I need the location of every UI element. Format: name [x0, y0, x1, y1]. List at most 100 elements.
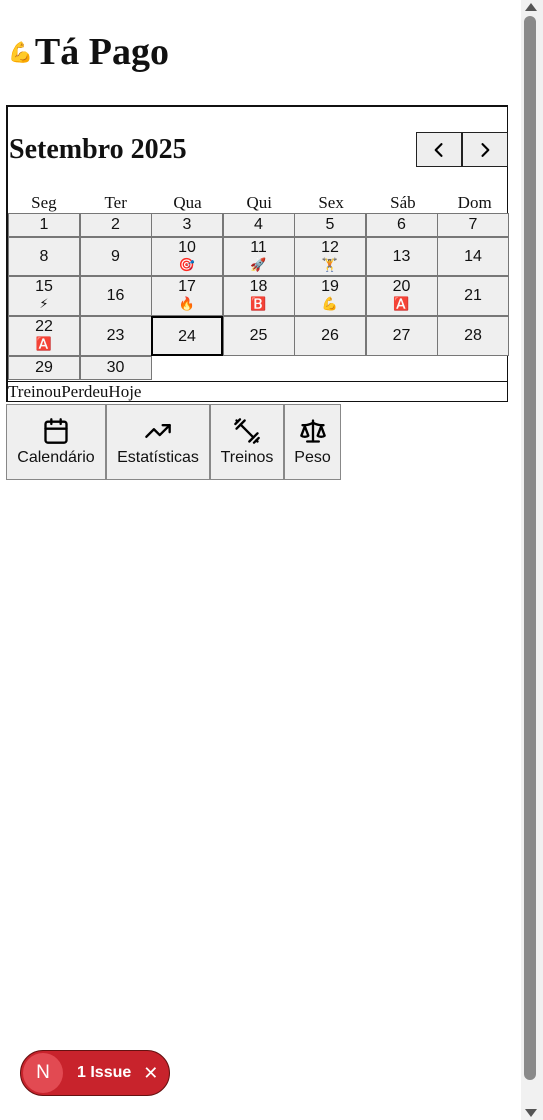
app-title: 💪 Tá Pago [8, 30, 169, 74]
day-number: 24 [178, 328, 196, 345]
workout-marker-icon: 🏋️ [321, 257, 339, 272]
day-number: 16 [106, 287, 125, 304]
day-number: 23 [106, 327, 125, 344]
calendar-day[interactable]: 25 [222, 316, 295, 356]
day-number: 25 [249, 327, 268, 344]
weekday-label: Sáb [390, 193, 416, 212]
weekday-label: Qua [173, 193, 202, 212]
calendar-day[interactable]: 6 [365, 213, 438, 237]
calendar-day[interactable]: 26 [294, 316, 366, 356]
day-number: 7 [468, 216, 478, 233]
day-number: 5 [325, 216, 335, 233]
calendar-icon [44, 418, 68, 444]
scrollbar-thumb[interactable] [524, 16, 536, 1080]
weekday-label: Qui [246, 193, 273, 212]
day-number: 15 [35, 278, 53, 295]
next-month-button[interactable] [462, 132, 508, 167]
day-number: 2 [111, 216, 120, 233]
day-number: 26 [321, 327, 339, 344]
calendar-day[interactable]: 28 [437, 316, 509, 356]
day-number: 11 [250, 239, 267, 256]
day-number: 19 [321, 278, 339, 295]
previous-month-button[interactable] [416, 132, 462, 167]
tab-estatisticas[interactable]: Estatísticas [106, 404, 210, 480]
calendar-day[interactable]: 18 🅱️ [222, 276, 295, 316]
calendar-header: Setembro 2025 [8, 131, 508, 171]
day-number: 6 [397, 216, 406, 233]
day-number: 22 [35, 318, 53, 335]
calendar-day[interactable]: 10 🎯 [151, 237, 223, 276]
calendar-day[interactable]: 17 🔥 [151, 276, 223, 316]
weekday-header: Seg Ter Qua Qui Sex Sáb Dom [8, 193, 511, 213]
calendar-day[interactable]: 3 [151, 213, 223, 237]
calendar-day[interactable]: 2 [79, 213, 152, 237]
app-title-text: Tá Pago [34, 31, 169, 73]
calendar-day[interactable]: 16 [79, 276, 152, 316]
nextjs-logo-icon: N [23, 1053, 63, 1093]
calendar-day[interactable]: 13 [365, 237, 438, 276]
workout-marker-icon: 🅱️ [250, 296, 267, 311]
weekday-label: Dom [457, 193, 492, 212]
day-number: 4 [254, 216, 263, 233]
weekday-label: Ter [104, 193, 127, 212]
workout-marker-icon: 🅰️ [35, 336, 53, 351]
weekday-label: Sex [318, 193, 344, 212]
workout-marker-icon: ⚡ [39, 296, 49, 311]
chevron-left-icon [434, 142, 443, 157]
day-number: 1 [39, 216, 49, 233]
calendar-day[interactable]: 20 🅰️ [365, 276, 438, 316]
calendar-day[interactable]: 9 [79, 237, 152, 276]
calendar-day[interactable]: 15 ⚡ [8, 276, 80, 316]
trending-up-icon [145, 424, 171, 438]
calendar-day[interactable]: 7 [437, 213, 509, 237]
tab-calendario[interactable]: Calendário [6, 404, 106, 480]
day-number: 14 [464, 248, 482, 265]
bottom-tab-bar: Calendário Estatísticas Treinos Peso [6, 404, 341, 480]
scroll-up-arrow-icon[interactable] [525, 3, 537, 11]
issues-badge[interactable]: N 1 Issue ✕ [20, 1050, 170, 1096]
calendar-day[interactable]: 21 [437, 276, 509, 316]
tab-treinos[interactable]: Treinos [210, 404, 284, 480]
calendar-day[interactable]: 22 🅰️ [8, 316, 80, 356]
workout-marker-icon: 🅰️ [393, 296, 410, 311]
flexed-biceps-icon: 💪 [8, 41, 33, 64]
tab-label: Calendário [17, 449, 95, 466]
calendar-day[interactable]: 11 🚀 [222, 237, 295, 276]
calendar-day[interactable]: 19 💪 [294, 276, 366, 316]
calendar-day[interactable]: 8 [8, 237, 80, 276]
close-icon[interactable]: ✕ [143, 1063, 158, 1084]
calendar-day[interactable]: 12 🏋️ [294, 237, 366, 276]
dumbbell-icon [234, 418, 260, 444]
calendar-day[interactable]: 5 [294, 213, 366, 237]
day-number: 27 [392, 327, 411, 344]
day-number: 20 [392, 278, 411, 295]
calendar-day[interactable]: 27 [365, 316, 438, 356]
vertical-scrollbar[interactable] [521, 0, 543, 1120]
scale-icon [299, 419, 326, 443]
calendar-day[interactable]: 29 [8, 356, 80, 380]
calendar-day[interactable]: 4 [222, 213, 295, 237]
app-root: 💪 Tá Pago Setembro 2025 Seg Ter Qua Qui … [0, 0, 521, 1120]
calendar-day[interactable]: 30 [79, 356, 152, 380]
day-number: 18 [249, 278, 268, 295]
day-number: 17 [178, 278, 196, 295]
day-number: 10 [178, 239, 196, 256]
day-number: 28 [464, 327, 482, 344]
tab-label: Estatísticas [117, 449, 199, 466]
day-number: 3 [182, 216, 192, 233]
day-number: 13 [392, 248, 411, 265]
workout-marker-icon: 💪 [321, 296, 339, 311]
workout-marker-icon: 🎯 [178, 257, 196, 272]
calendar-day[interactable]: 23 [79, 316, 152, 356]
day-number: 9 [111, 248, 120, 265]
tab-peso[interactable]: Peso [284, 404, 341, 480]
workout-marker-icon: 🚀 [250, 257, 267, 272]
calendar-day[interactable]: 14 [437, 237, 509, 276]
workout-marker-icon: 🔥 [178, 296, 196, 311]
calendar-day[interactable]: 1 [8, 213, 80, 237]
day-number: 30 [106, 359, 125, 376]
issues-count-label[interactable]: 1 Issue [77, 1064, 131, 1082]
scroll-down-arrow-icon[interactable] [525, 1109, 537, 1117]
tab-label: Treinos [220, 449, 274, 466]
calendar-day-today[interactable]: 24 [151, 316, 223, 356]
